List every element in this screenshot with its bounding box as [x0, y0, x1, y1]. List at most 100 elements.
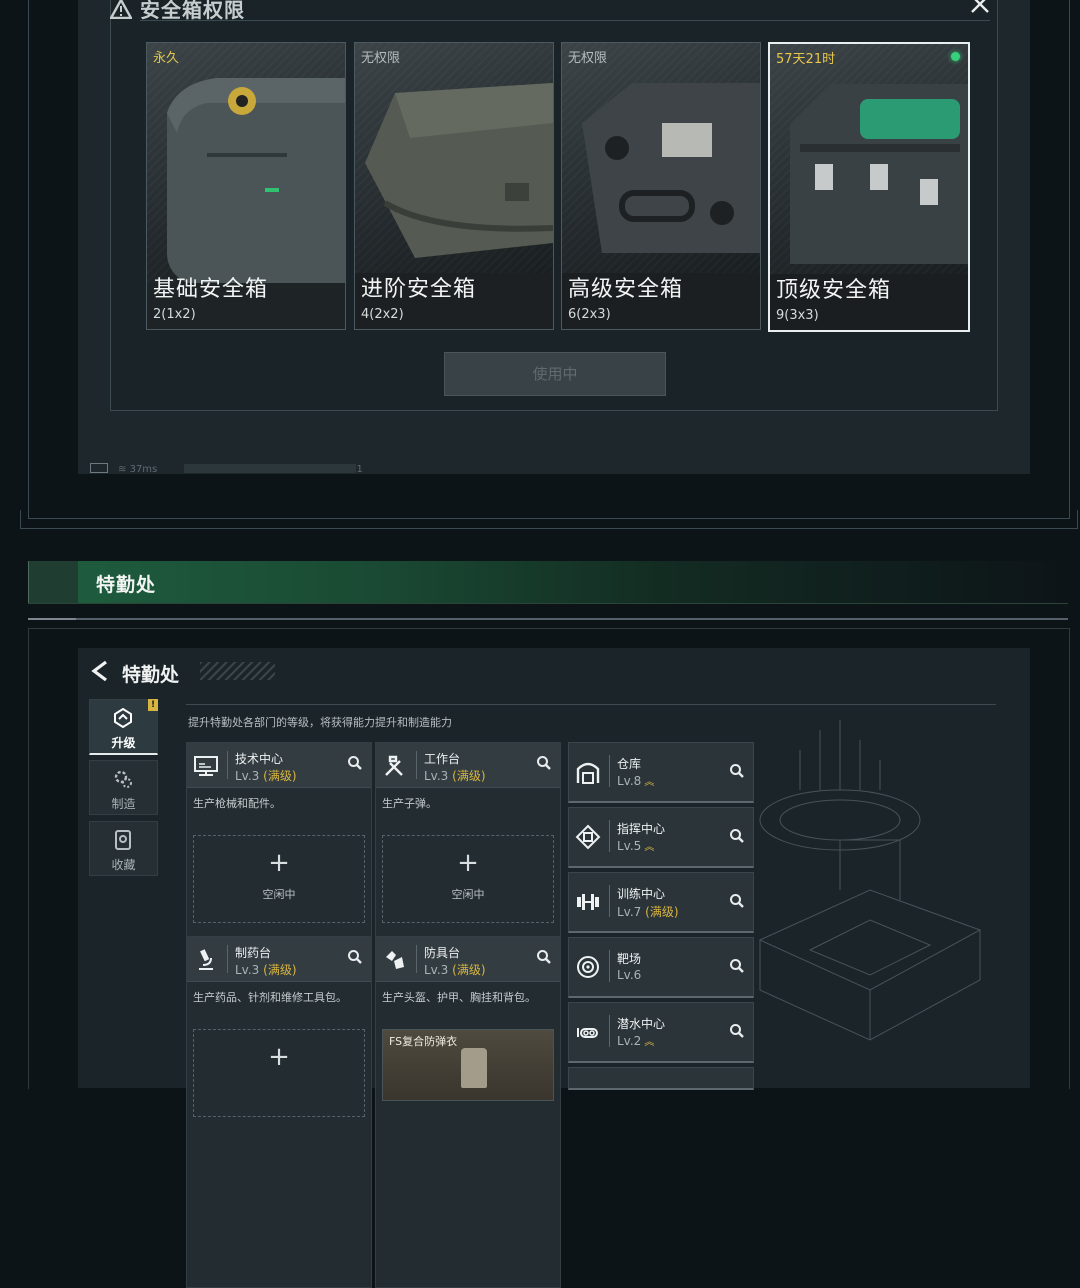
- facility-level: Lv.5 ︽: [617, 838, 654, 853]
- level-value: Lv.8: [617, 774, 642, 788]
- plus-icon: +: [268, 1042, 290, 1072]
- box-card-top[interactable]: 57天21时 顶级安全箱 9(3x3): [768, 42, 970, 332]
- divider: [609, 820, 610, 852]
- chip-icon: [575, 824, 601, 850]
- level-value: Lv.7: [617, 905, 642, 919]
- back-arrow-icon[interactable]: [90, 660, 110, 682]
- max-level-tag: (满级): [263, 769, 297, 783]
- divider: [227, 945, 228, 973]
- armor-icon: [386, 951, 404, 969]
- facility-diving-center[interactable]: 潜水中心 Lv.2 ︽: [568, 1002, 754, 1063]
- target-icon: [577, 956, 599, 978]
- station-level: Lv.3 (满级): [424, 961, 486, 978]
- tab-label: 制造: [111, 797, 136, 811]
- box-card-premium[interactable]: 无权限 高级安全箱 6(2x3): [561, 42, 761, 330]
- notification-badge: !: [148, 699, 158, 711]
- divider: [416, 751, 417, 779]
- search-icon[interactable]: [536, 949, 552, 965]
- facility-warehouse[interactable]: 仓库 Lv.8 ︽: [568, 742, 754, 803]
- crafting-item[interactable]: FS复合防弹衣: [382, 1029, 554, 1101]
- box-status: 永久: [153, 51, 180, 66]
- box-name: 高级安全箱: [568, 277, 684, 302]
- station-description: 生产枪械和配件。: [193, 797, 281, 810]
- facility-command-center[interactable]: 指挥中心 Lv.5 ︽: [568, 807, 754, 868]
- divider: [28, 618, 1068, 620]
- search-icon[interactable]: [536, 755, 552, 771]
- page-marker: 1: [356, 464, 363, 475]
- production-slot[interactable]: + 空闲中: [382, 835, 554, 923]
- level-value: Lv.5: [617, 839, 642, 853]
- station-description: 生产子弹。: [382, 797, 437, 810]
- page-title: 特勤处: [122, 664, 180, 686]
- box-status: 57天21时: [776, 52, 836, 67]
- max-level-tag: (满级): [645, 905, 679, 919]
- divider: [416, 945, 417, 973]
- upgrade-arrow-icon: ︽: [644, 1037, 654, 1048]
- production-slot[interactable]: +: [193, 1029, 365, 1117]
- tab-craft[interactable]: 制造: [89, 760, 158, 815]
- collection-icon: [115, 830, 131, 850]
- station-armor-bench[interactable]: 防具台 Lv.3 (满级) 生产头盔、护甲、胸挂和背包。 FS复合防弹衣: [375, 936, 561, 1288]
- dumbbell-icon: [577, 894, 599, 910]
- battery-icon: [90, 463, 108, 473]
- production-slot[interactable]: + 空闲中: [193, 835, 365, 923]
- level-value: Lv.3: [235, 963, 260, 977]
- station-pharmacy[interactable]: 制药台 Lv.3 (满级) 生产药品、针剂和维修工具包。 +: [186, 936, 372, 1288]
- facility-training-center[interactable]: 训练中心 Lv.7 (满级): [568, 872, 754, 933]
- station-description: 生产头盔、护甲、胸挂和背包。: [382, 991, 536, 1004]
- monitor-icon: [194, 756, 218, 776]
- upgrade-icon: [114, 708, 132, 728]
- level-value: Lv.3: [424, 963, 449, 977]
- page-subtitle: 提升特勤处各部门的等级，将获得能力提升和制造能力: [188, 716, 452, 729]
- hammer-wrench-icon: [385, 755, 403, 776]
- box-size: 6(2x3): [568, 307, 611, 322]
- tab-collection[interactable]: 收藏: [89, 821, 158, 876]
- divider: [609, 885, 610, 917]
- level-value: Lv.3: [235, 769, 260, 783]
- divider: [609, 1015, 610, 1047]
- station-name: 防具台: [424, 946, 461, 960]
- tab-upgrade[interactable]: 升级 !: [89, 699, 158, 755]
- warning-icon: [110, 0, 132, 19]
- search-icon[interactable]: [729, 763, 745, 779]
- search-icon[interactable]: [729, 893, 745, 909]
- search-icon[interactable]: [729, 958, 745, 974]
- station-name: 工作台: [424, 752, 461, 766]
- divider: [140, 20, 990, 21]
- station-level: Lv.3 (满级): [424, 767, 486, 784]
- facility-level: Lv.6: [617, 968, 641, 982]
- section-title: 特勤处: [96, 574, 157, 596]
- title-decoration: [200, 662, 275, 680]
- facility-level: Lv.2 ︽: [617, 1033, 654, 1048]
- box-card-basic[interactable]: 永久 基础安全箱 2(1x2): [146, 42, 346, 330]
- station-header: 防具台 Lv.3 (满级): [376, 937, 560, 982]
- facility-next-partial[interactable]: [568, 1067, 754, 1090]
- search-icon[interactable]: [347, 755, 363, 771]
- tab-label: 收藏: [111, 858, 136, 872]
- facility-shooting-range[interactable]: 靶场 Lv.6: [568, 937, 754, 998]
- upgrade-arrow-icon: ︽: [644, 842, 654, 853]
- in-use-button[interactable]: 使用中: [444, 352, 666, 396]
- max-level-tag: (满级): [263, 963, 297, 977]
- box-status: 无权限: [568, 51, 608, 66]
- max-level-tag: (满级): [452, 769, 486, 783]
- station-description: 生产药品、针剂和维修工具包。: [193, 991, 347, 1004]
- dialog-title-text: 安全箱权限: [140, 0, 245, 22]
- microscope-icon: [199, 949, 213, 970]
- plus-icon: +: [457, 848, 479, 878]
- max-level-tag: (满级): [452, 963, 486, 977]
- top-frame-base: [20, 510, 1078, 529]
- station-name: 制药台: [235, 946, 272, 960]
- facility-name: 靶场: [617, 952, 642, 966]
- search-icon[interactable]: [729, 828, 745, 844]
- active-indicator: [951, 52, 960, 61]
- item-name: FS复合防弹衣: [389, 1035, 458, 1048]
- search-icon[interactable]: [729, 1023, 745, 1039]
- station-level: Lv.3 (满级): [235, 961, 297, 978]
- ping-text: 37ms: [129, 464, 158, 475]
- box-card-advanced[interactable]: 无权限 进阶安全箱 4(2x2): [354, 42, 554, 330]
- search-icon[interactable]: [347, 949, 363, 965]
- gear-icon: [114, 770, 132, 788]
- close-icon[interactable]: [968, 0, 996, 16]
- status-bar: ≋ 37ms 1: [90, 463, 363, 475]
